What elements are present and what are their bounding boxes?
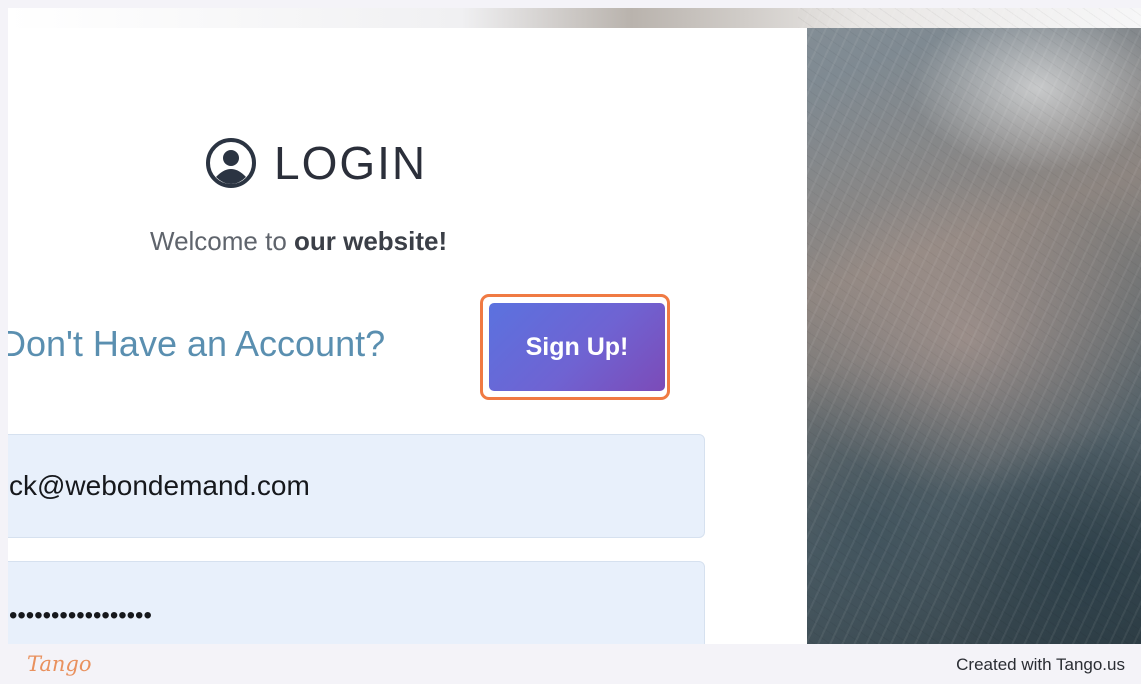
password-field[interactable]: •••••••••••••••••	[8, 561, 705, 644]
tango-credit: Created with Tango.us	[956, 655, 1125, 674]
email-field[interactable]: ck@webondemand.com	[8, 434, 705, 538]
email-value: ck@webondemand.com	[9, 470, 310, 501]
no-account-prompt: Don't Have an Account?	[8, 323, 386, 364]
welcome-prefix: Welcome to	[150, 226, 295, 256]
mountain-background-image	[798, 8, 1141, 644]
welcome-bold: our website!	[294, 226, 448, 256]
tango-footer: Tango Created with Tango.us	[0, 644, 1141, 684]
login-title: LOGIN	[274, 137, 428, 189]
welcome-message: Welcome to our website!	[150, 226, 447, 257]
login-title-row: LOGIN	[206, 133, 427, 193]
tango-logo: Tango	[27, 652, 92, 676]
browser-viewport: LOGIN Welcome to our website! Don't Have…	[8, 8, 1141, 644]
tango-screenshot: LOGIN Welcome to our website! Don't Have…	[0, 0, 1141, 684]
sign-up-button[interactable]: Sign Up!	[489, 303, 665, 391]
password-value: •••••••••••••••••	[9, 602, 152, 629]
login-card: LOGIN Welcome to our website! Don't Have…	[8, 28, 807, 644]
user-circle-icon	[206, 138, 256, 188]
